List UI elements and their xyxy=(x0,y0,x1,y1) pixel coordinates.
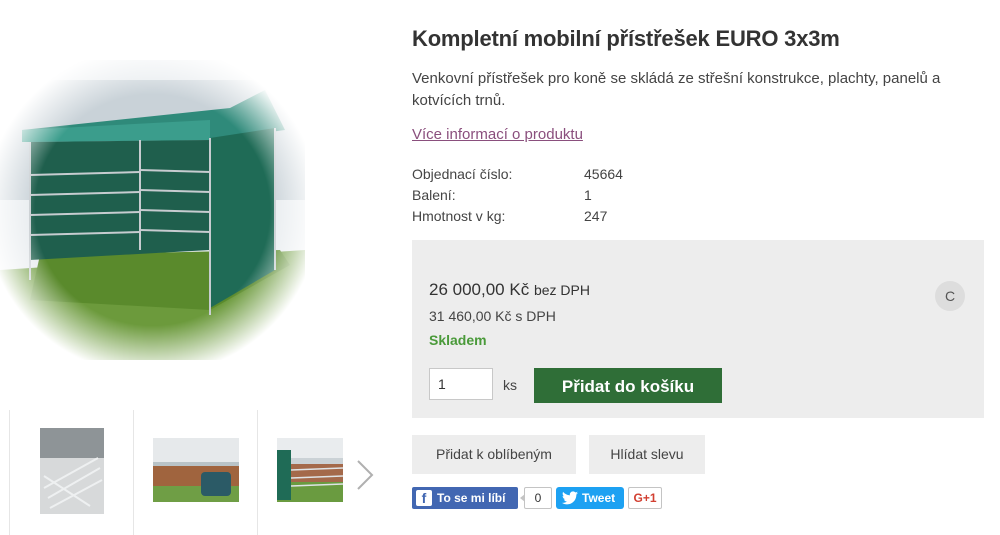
product-description: Venkovní přístřešek pro koně se skládá z… xyxy=(412,70,941,109)
price-box: 26 000,00 Kč bez DPH 31 460,00 Kč s DPH … xyxy=(412,240,984,418)
price-net-amount: 26 000,00 Kč xyxy=(429,280,530,299)
param-label: Balení: xyxy=(412,187,456,203)
facebook-like-label: To se mi líbí xyxy=(437,491,506,505)
thumbnail-divider xyxy=(9,410,10,535)
thumbnail-3[interactable] xyxy=(277,438,343,502)
price-net: 26 000,00 Kč bez DPH xyxy=(429,280,590,300)
watch-price-button[interactable]: Hlídat slevu xyxy=(589,435,705,474)
thumbnail-next-button[interactable] xyxy=(350,455,380,495)
availability-status: Skladem xyxy=(429,332,487,348)
param-row-package: Balení: 1 xyxy=(412,185,712,206)
quantity-input[interactable] xyxy=(429,368,493,400)
thumbnail-strip xyxy=(0,410,390,535)
thumbnail-image xyxy=(277,438,343,502)
thumbnail-image xyxy=(153,438,239,502)
tweet-button[interactable]: Tweet xyxy=(556,487,624,509)
tweet-label: Tweet xyxy=(582,491,616,505)
twitter-bird-icon xyxy=(562,491,578,505)
shelter-image xyxy=(0,60,305,360)
param-value: 45664 xyxy=(584,166,623,182)
thumbnail-divider xyxy=(257,410,258,535)
param-value: 247 xyxy=(584,208,608,224)
facebook-like-button[interactable]: f To se mi líbí xyxy=(412,487,518,509)
add-to-favorites-button[interactable]: Přidat k oblíbeným xyxy=(412,435,576,474)
thumbnail-divider xyxy=(133,410,134,535)
param-row-order-number: Objednací číslo: 45664 xyxy=(412,164,712,185)
add-to-cart-button[interactable]: Přidat do košíku xyxy=(534,368,722,403)
thumbnail-2[interactable] xyxy=(153,438,239,502)
energy-class-badge: C xyxy=(935,281,965,311)
google-plus-button[interactable]: G+1 xyxy=(628,487,662,509)
more-info-link[interactable]: Více informací o produktu xyxy=(412,126,583,143)
param-label: Hmotnost v kg: xyxy=(412,208,506,224)
product-params: Objednací číslo: 45664 Balení: 1 Hmotnos… xyxy=(412,164,712,227)
thumbnail-1[interactable] xyxy=(40,428,104,514)
param-row-weight: Hmotnost v kg: 247 xyxy=(412,206,712,227)
quantity-unit: ks xyxy=(503,377,517,393)
facebook-icon: f xyxy=(416,490,432,506)
param-label: Objednací číslo: xyxy=(412,166,513,182)
facebook-like-count: 0 xyxy=(520,487,552,509)
product-title: Kompletní mobilní přístřešek EURO 3x3m xyxy=(412,26,840,51)
price-net-suffix: bez DPH xyxy=(533,282,590,298)
chevron-right-icon xyxy=(357,460,374,490)
main-product-image[interactable] xyxy=(0,60,305,360)
thumbnail-image xyxy=(40,428,104,514)
param-value: 1 xyxy=(584,187,592,203)
price-gross: 31 460,00 Kč s DPH xyxy=(429,308,556,324)
